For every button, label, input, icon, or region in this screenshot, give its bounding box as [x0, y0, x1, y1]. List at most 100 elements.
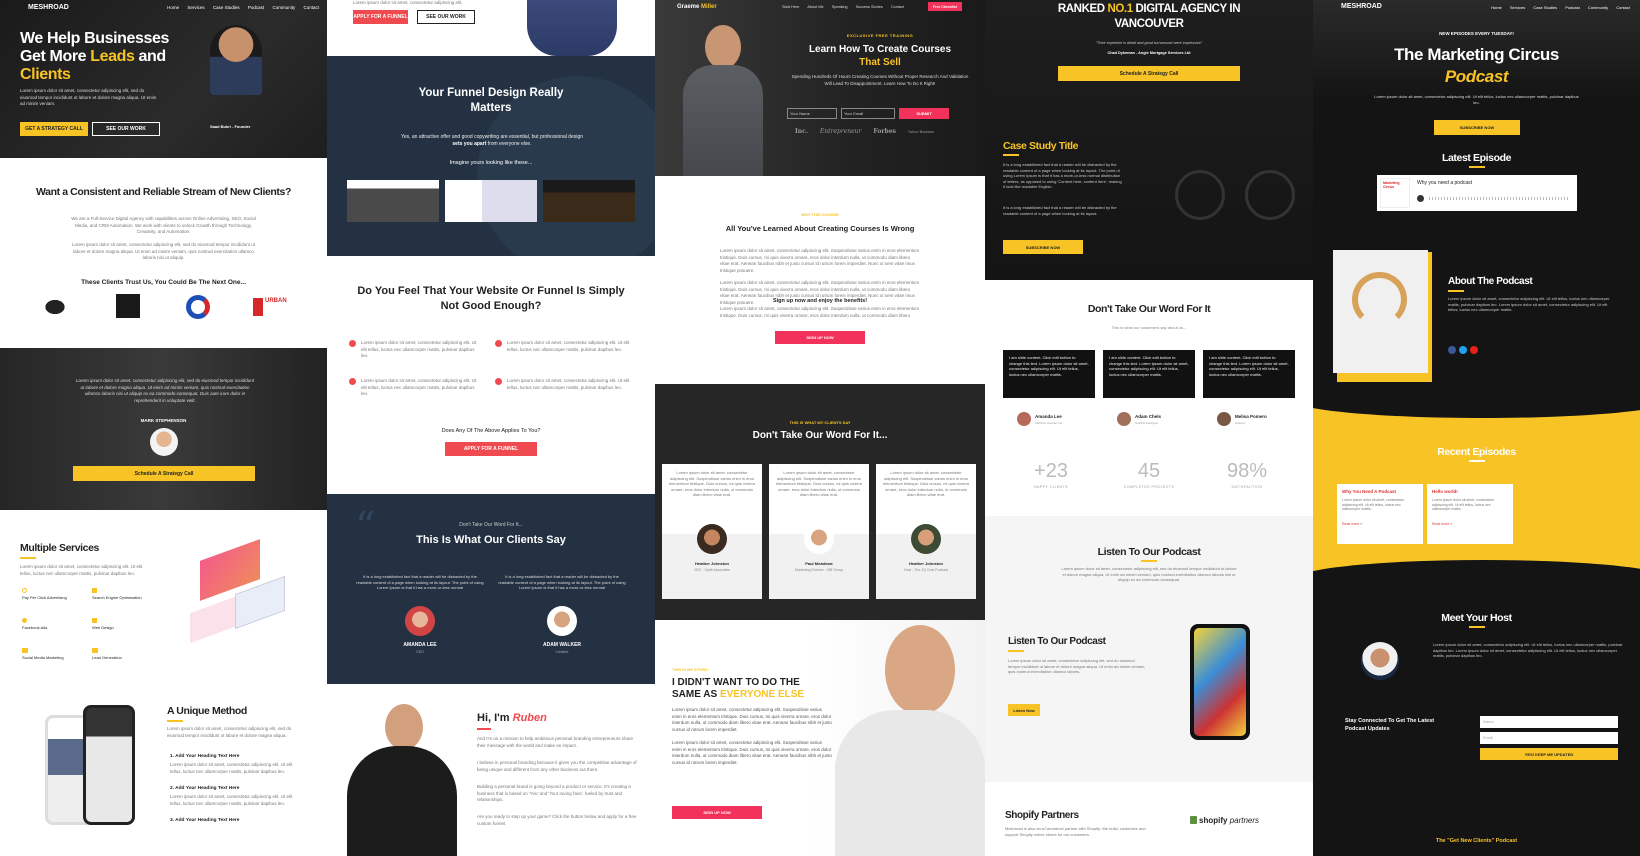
nav-community[interactable]: Community — [272, 5, 295, 10]
facebook-icon[interactable] — [1448, 346, 1456, 354]
nav-contact[interactable]: Contact — [891, 5, 904, 9]
nav5-services[interactable]: Services — [1510, 5, 1525, 10]
client-logo-2 — [116, 294, 140, 318]
testimonial-section: Lorem ipsum dolor sit amet, consectetur … — [0, 348, 327, 510]
see-work-button-top[interactable]: See Our Work — [417, 10, 475, 24]
service-web[interactable]: Web Design — [92, 618, 114, 630]
testimonial-card-1: Lorem ipsum dolor sit amet, consectetur … — [662, 464, 762, 599]
course-hero: Graeme Miller Start Here About Me Speaki… — [655, 0, 985, 176]
nav5-home[interactable]: Home — [1491, 5, 1502, 10]
column-course-creator: Graeme Miller Start Here About Me Speaki… — [655, 0, 985, 856]
latest-title: Latest Episode — [1441, 152, 1512, 164]
subscribe-now-button[interactable]: SUBSCRIBE NOW — [1434, 120, 1520, 135]
top-hero-strip: Lorem ipsum dolor sit amet, consectetur … — [327, 0, 655, 56]
bubble-1: I am slide content. Click edit button to… — [1003, 350, 1095, 398]
stat-clients: +23 — [1034, 460, 1068, 482]
footer-title: The "Get New Clients" Podcast — [1435, 838, 1518, 844]
testimonial-card-2: Lorem ipsum dolor sit amet, consectetur … — [769, 464, 869, 599]
nav-success[interactable]: Success Stories — [856, 5, 883, 9]
nav-home[interactable]: Home — [167, 5, 179, 10]
signup-button[interactable]: SIGN UP NOW — [775, 331, 865, 344]
episode-card-2[interactable]: Hello world! Lorem ipsum dolor sit amet,… — [1427, 484, 1513, 544]
twitter-icon[interactable] — [1459, 346, 1467, 354]
name-field[interactable]: Name — [1480, 716, 1618, 728]
press-entrepreneur: Entrepreneur — [819, 128, 862, 135]
host-underline — [1469, 626, 1485, 628]
name-input[interactable]: Your Name — [787, 108, 837, 119]
waveform[interactable] — [1429, 197, 1569, 200]
wave-bottom — [1313, 560, 1640, 580]
nav5-contact[interactable]: Contact — [1616, 5, 1630, 10]
graeme-logo[interactable]: Graeme Miller — [677, 4, 717, 10]
service-social[interactable]: Social Media Marketing — [22, 648, 64, 660]
apply-funnel-button[interactable]: Apply for a Funnel — [445, 442, 537, 456]
shopify-text: Meshroad is also an eCommerce partner wi… — [1005, 826, 1146, 837]
funnel-text: Yes, an attractive offer and good copywr… — [400, 134, 584, 147]
wave-top — [1313, 400, 1640, 418]
logo[interactable]: MESHROAD — [28, 4, 69, 11]
schedule-call-button[interactable]: Schedule A Strategy Call — [73, 466, 255, 481]
press-forbes: Forbes — [873, 128, 896, 135]
listen2-underline — [1008, 650, 1024, 652]
nav-speaking[interactable]: Speaking — [832, 5, 848, 9]
ranked-hero: RANKED NO.1 DIGITAL AGENCY IN VANCOUVER … — [985, 0, 1313, 280]
service-ppc[interactable]: Pay Per Click Advertising — [22, 588, 67, 600]
email-field[interactable]: Email — [1480, 732, 1618, 744]
strategy-call-button[interactable]: Get a Strategy Call — [20, 122, 88, 136]
service-facebook[interactable]: Facebook Ads — [22, 618, 47, 630]
nav-start[interactable]: Start Here — [782, 5, 799, 9]
testimonial-avatar — [150, 428, 178, 456]
service-seo[interactable]: Search Engine Optimisation — [92, 588, 142, 600]
listen-text: Lorem ipsum dolor sit amet, consectetur … — [1061, 566, 1237, 582]
nav-case-studies[interactable]: Case Studies — [213, 5, 240, 10]
course-text: Spending Hundreds Of Hours Creating Cour… — [791, 74, 969, 86]
nav5-podcast[interactable]: Podcast — [1565, 5, 1579, 10]
listen-now-button[interactable]: Listen Now — [1008, 704, 1040, 716]
heather-avatar-2 — [911, 524, 941, 554]
services-illustration — [190, 539, 300, 655]
course-title-2: That Sell — [859, 57, 901, 68]
nav5-community[interactable]: Community — [1588, 5, 1608, 10]
shopify-section: Shopify Partners Meshroad is also an eCo… — [985, 782, 1313, 856]
say-title: This Is What Our Clients Say — [416, 534, 566, 546]
listen-section: Listen To Our Podcast Lorem ipsum dolor … — [985, 516, 1313, 596]
submit-button[interactable]: SUBMIT — [899, 108, 949, 119]
nav-podcast[interactable]: Podcast — [248, 5, 264, 10]
clients-small: THIS IS WHAT MY CLIENTS SAY — [789, 420, 851, 425]
method-step-2-text: Lorem ipsum dolor sit amet, consectetur … — [170, 794, 293, 806]
hero-section: MESHROAD Home Services Case Studies Podc… — [0, 0, 327, 158]
free-checklist-button[interactable]: Free Checklist — [928, 2, 962, 11]
apply-funnel-button-top[interactable]: Apply for a Funnel — [353, 10, 408, 24]
hi-underline — [477, 728, 491, 730]
schedule-button[interactable]: Schedule A Strategy Call — [1058, 66, 1240, 81]
hero-title: We Help Businesses Get More Leads and Cl… — [20, 30, 170, 83]
adam-name: ADAM WALKER — [542, 642, 582, 648]
keep-updated-button[interactable]: YES! KEEP ME UPDATED — [1480, 748, 1618, 760]
nav-contact[interactable]: Contact — [303, 5, 319, 10]
youtube-icon[interactable] — [1470, 346, 1478, 354]
nav5-case[interactable]: Case Studies — [1533, 5, 1557, 10]
stay-connected: Stay Connected To Get The Latest Podcast… — [1345, 718, 1435, 732]
host-text: Lorem ipsum dolor sit amet, consectetur … — [1433, 642, 1623, 658]
see-our-work-button[interactable]: See Our Work — [92, 122, 160, 136]
exclusive-label: EXCLUSIVE FREE TRAINING — [846, 33, 914, 38]
graeme-photo — [683, 25, 763, 176]
testimonial-card-3: Lorem ipsum dolor sit amet, consectetur … — [876, 464, 976, 599]
imagine-text: Imagine yours looking like these... — [449, 160, 533, 166]
episode-card-1[interactable]: Why You Need A Podcast Lorem ipsum dolor… — [1337, 484, 1423, 544]
service-leads[interactable]: Lead Generation — [92, 648, 122, 660]
play-icon[interactable] — [1417, 195, 1424, 202]
amanda-role: CEO — [416, 650, 424, 654]
method-step-3: 3. Add Your Heading Text Here — [170, 818, 240, 823]
story-signup-button[interactable]: SIGN UP NOW — [672, 806, 762, 819]
logo-5[interactable]: MESHROAD — [1341, 3, 1382, 10]
episode-player[interactable]: Marketing Circus Why you need a podcast — [1377, 175, 1577, 211]
why-title: All You've Learned About Creating Course… — [725, 224, 915, 233]
nav-services[interactable]: Services — [187, 5, 204, 10]
subscribe-button[interactable]: SUBSCRIBE NOW — [1003, 240, 1083, 254]
say-text-2: It is a long established fact that a rea… — [498, 574, 626, 590]
melisa-avatar — [1217, 412, 1231, 426]
email-input[interactable]: Your Email — [841, 108, 895, 119]
nav-about[interactable]: About Me — [807, 5, 823, 9]
shopify-bag-icon — [1190, 816, 1197, 824]
